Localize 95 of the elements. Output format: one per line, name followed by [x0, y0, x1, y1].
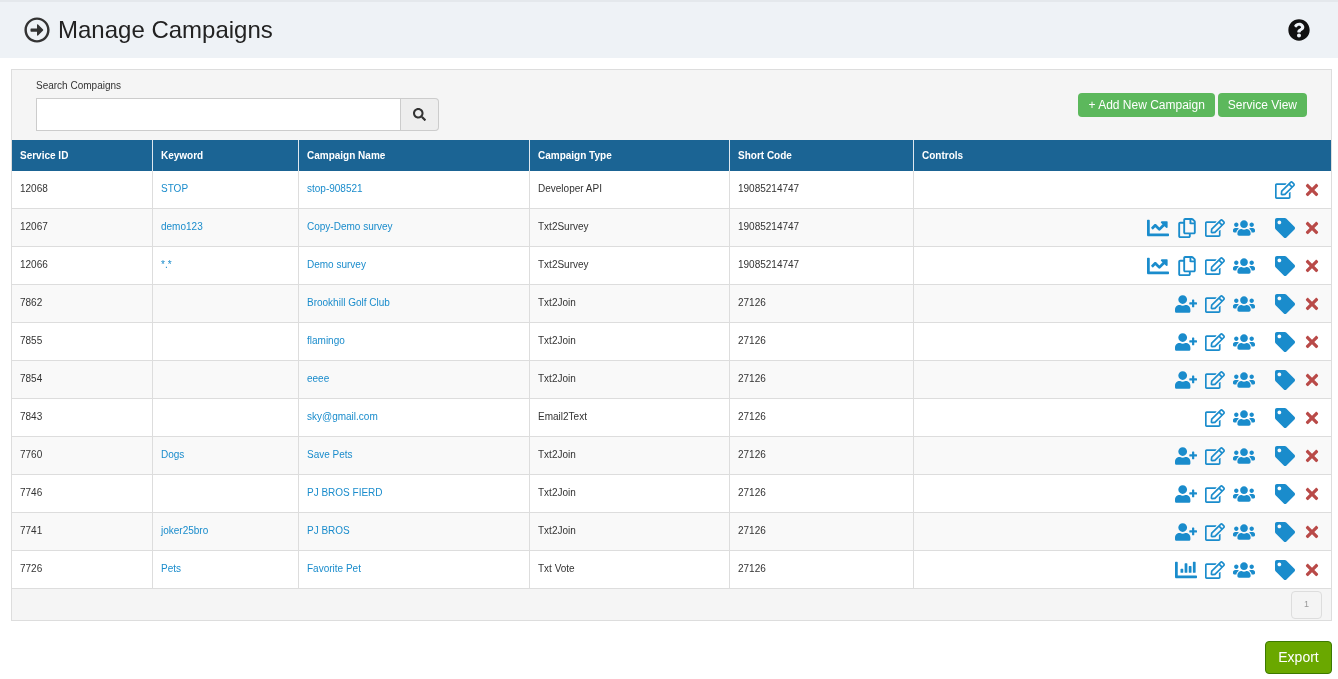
table-cell: 27126 [738, 297, 766, 308]
campaign-link[interactable]: stop-908521 [307, 183, 363, 194]
campaign-link[interactable]: Save Pets [307, 449, 353, 460]
page-title: Manage Campaigns [58, 15, 273, 45]
table-cell: Txt2Survey [538, 221, 589, 232]
table-cell: 27126 [738, 449, 766, 460]
keyword-link[interactable]: demo123 [161, 221, 203, 232]
edit-icon[interactable] [1275, 179, 1295, 200]
table-cell: 19085214747 [738, 221, 800, 232]
edit-icon[interactable] [1205, 255, 1225, 276]
table-cell: 7746 [20, 487, 43, 498]
search-field[interactable] [36, 98, 401, 131]
add-user-icon[interactable] [1175, 520, 1197, 543]
table-cell: Txt2Join [538, 297, 576, 308]
table-cell: 7855 [20, 335, 43, 346]
edit-icon[interactable] [1205, 217, 1225, 238]
add-campaign-button[interactable]: + Add New Campaign [1078, 93, 1215, 117]
search-icon [413, 108, 426, 121]
table-cell: Txt2Join [538, 525, 576, 536]
table-cell: 7862 [20, 297, 43, 308]
tag-icon[interactable] [1275, 217, 1295, 238]
table-cell: 27126 [738, 525, 766, 536]
table-cell: Developer API [538, 183, 602, 194]
add-user-icon[interactable] [1175, 482, 1197, 505]
table-cell: 27126 [738, 563, 766, 574]
tag-icon[interactable] [1275, 331, 1295, 352]
table-cell: 27126 [738, 487, 766, 498]
edit-icon[interactable] [1205, 369, 1225, 390]
keyword-link[interactable]: Pets [161, 563, 181, 574]
table-cell: Txt2Join [538, 487, 576, 498]
table-cell: 19085214747 [738, 259, 800, 270]
page-button[interactable]: 1 [1291, 590, 1322, 619]
table-cell: Txt2Join [538, 373, 576, 384]
table-cell: Txt2Join [538, 449, 576, 460]
campaign-link[interactable]: PJ BROS [307, 525, 350, 536]
copy-icon[interactable] [1177, 255, 1197, 276]
table-cell: 12068 [20, 183, 48, 194]
table-cell: 27126 [738, 335, 766, 346]
table-cell: 12066 [20, 259, 48, 270]
campaign-link[interactable]: sky@gmail.com [307, 411, 378, 422]
keyword-link[interactable]: joker25bro [161, 525, 209, 536]
table-cell: 12067 [20, 221, 48, 232]
edit-icon[interactable] [1205, 331, 1225, 352]
table-cell: 27126 [738, 373, 766, 384]
campaign-link[interactable]: eeee [307, 373, 330, 384]
campaign-link[interactable]: PJ BROS FIERD [307, 487, 383, 498]
search-button[interactable] [401, 98, 439, 131]
edit-icon[interactable] [1205, 293, 1225, 314]
table-cell: 27126 [738, 411, 766, 422]
search-label: Search Compaigns [36, 79, 123, 93]
tag-icon[interactable] [1275, 407, 1295, 428]
column-header: Campaign Type [538, 149, 612, 163]
add-user-icon[interactable] [1175, 292, 1197, 315]
edit-icon[interactable] [1205, 521, 1225, 542]
campaign-link[interactable]: Favorite Pet [307, 563, 361, 574]
table-cell: Txt2Join [538, 335, 576, 346]
table-cell: Txt Vote [538, 563, 575, 574]
campaign-link[interactable]: flamingo [307, 335, 345, 346]
service-view-button[interactable]: Service View [1217, 93, 1307, 117]
keyword-link[interactable]: Dogs [161, 449, 185, 460]
edit-icon[interactable] [1205, 483, 1225, 504]
table-cell: 7741 [20, 525, 43, 536]
table-cell: Txt2Survey [538, 259, 589, 270]
add-user-icon[interactable] [1175, 444, 1197, 467]
add-user-icon[interactable] [1175, 330, 1197, 353]
column-header: Keyword [161, 149, 204, 163]
table-cell: 19085214747 [738, 183, 800, 194]
table-cell: 7760 [20, 449, 43, 460]
copy-icon[interactable] [1177, 217, 1197, 238]
add-user-icon[interactable] [1175, 368, 1197, 391]
campaign-link[interactable]: Demo survey [307, 259, 366, 270]
table-cell: 7726 [20, 563, 43, 574]
export-button[interactable]: Export [1265, 641, 1332, 674]
tag-icon[interactable] [1275, 293, 1295, 314]
edit-icon[interactable] [1205, 559, 1225, 580]
table-cell: Email2Text [538, 411, 587, 422]
edit-icon[interactable] [1205, 407, 1225, 428]
column-header: Campaign Name [307, 149, 386, 163]
tag-icon[interactable] [1275, 445, 1295, 466]
tag-icon[interactable] [1275, 369, 1295, 390]
tag-icon[interactable] [1275, 559, 1295, 580]
tag-icon[interactable] [1275, 483, 1295, 504]
table-cell: 7843 [20, 411, 43, 422]
column-header: Short Code [738, 149, 792, 163]
help-icon[interactable] [1288, 19, 1310, 41]
column-header: Service ID [20, 149, 69, 163]
keyword-link[interactable]: STOP [161, 183, 189, 194]
table-cell: 7854 [20, 373, 43, 384]
keyword-link[interactable]: *.* [161, 259, 172, 270]
campaign-link[interactable]: Copy-Demo survey [307, 221, 393, 232]
edit-icon[interactable] [1205, 445, 1225, 466]
tag-icon[interactable] [1275, 255, 1295, 276]
campaign-link[interactable]: Brookhill Golf Club [307, 297, 390, 308]
tag-icon[interactable] [1275, 521, 1295, 542]
column-header: Controls [922, 149, 964, 163]
